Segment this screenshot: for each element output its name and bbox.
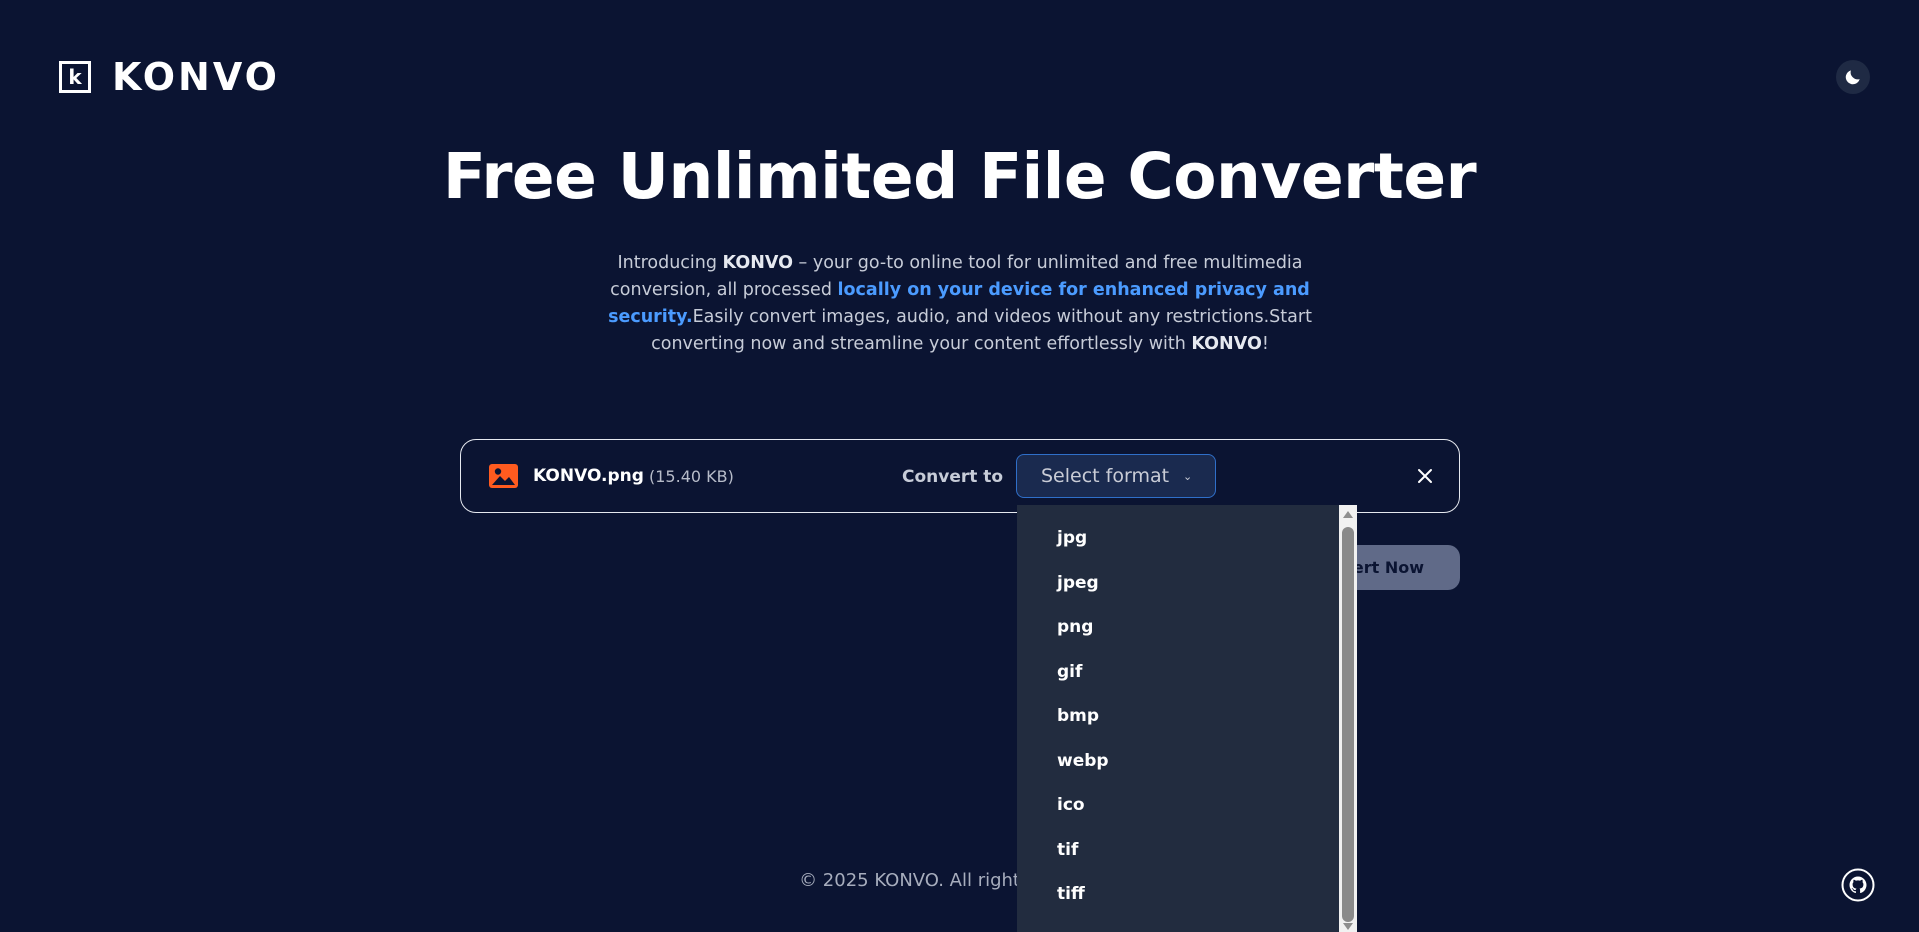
format-select-label: Select format	[1041, 465, 1170, 487]
intro-part: !	[1261, 334, 1269, 354]
footer-copyright: © 2025 KONVO. All rights reserved.	[799, 870, 1120, 891]
github-icon[interactable]	[1841, 868, 1875, 902]
file-name: KONVO.png	[533, 466, 644, 486]
theme-toggle-button[interactable]	[1836, 60, 1870, 94]
format-option[interactable]: tif	[1017, 828, 1339, 873]
format-dropdown-menu: jpg jpeg png gif bmp webp ico tif tiff	[1017, 505, 1357, 932]
format-option[interactable]: png	[1017, 605, 1339, 650]
format-option[interactable]: jpeg	[1017, 561, 1339, 606]
file-size: (15.40 KB)	[649, 467, 734, 486]
format-option[interactable]: jpg	[1017, 516, 1339, 561]
dropdown-scrollbar[interactable]	[1339, 505, 1357, 932]
format-options-list: jpg jpeg png gif bmp webp ico tif tiff	[1017, 516, 1339, 917]
format-option[interactable]: gif	[1017, 650, 1339, 695]
logo-mark-icon: k	[59, 61, 91, 93]
intro-brand: KONVO	[722, 253, 793, 273]
scroll-up-arrow-icon[interactable]	[1343, 511, 1353, 518]
page-title: Free Unlimited File Converter	[442, 140, 1477, 213]
format-option[interactable]: ico	[1017, 783, 1339, 828]
chevron-down-icon: ⌄	[1183, 469, 1193, 483]
close-icon[interactable]	[1413, 464, 1437, 488]
convert-to-label: Convert to	[902, 467, 1004, 487]
file-card: KONVO.png (15.40 KB) Convert to Select f…	[460, 439, 1460, 513]
brand-logo[interactable]: k KONVO	[59, 58, 280, 96]
moon-icon	[1845, 70, 1860, 85]
format-option[interactable]: bmp	[1017, 694, 1339, 739]
logo-letter: k	[68, 65, 82, 89]
intro-text: Introducing KONVO – your go-to online to…	[575, 250, 1345, 358]
image-icon	[489, 464, 518, 488]
brand-name: KONVO	[112, 55, 280, 99]
intro-brand: KONVO	[1191, 334, 1262, 354]
format-select[interactable]: Select format ⌄	[1016, 454, 1216, 498]
intro-part: Introducing	[617, 253, 723, 273]
scrollbar-thumb[interactable]	[1342, 527, 1354, 922]
scroll-down-arrow-icon[interactable]	[1343, 923, 1353, 930]
format-option[interactable]: tiff	[1017, 872, 1339, 917]
format-option[interactable]: webp	[1017, 739, 1339, 784]
